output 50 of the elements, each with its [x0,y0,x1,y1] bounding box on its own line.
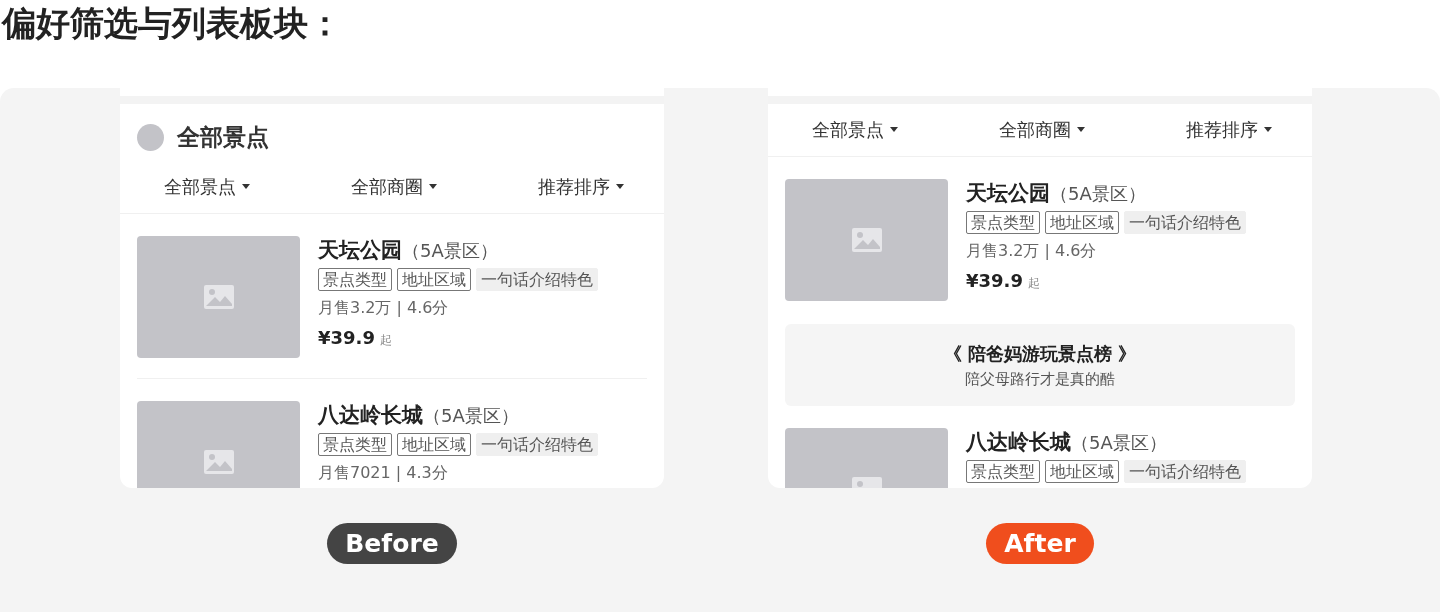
banner-subtitle: 陪父母路行才是真的酷 [965,369,1115,389]
tag: 一句话介绍特色 [476,268,598,291]
caret-icon [1077,127,1085,133]
tag: 一句话介绍特色 [1124,211,1246,234]
image-icon [851,228,882,252]
filter-dropdown[interactable]: 全部商圈 [351,175,437,199]
tag: 景点类型 [966,460,1040,483]
attraction-name[interactable]: 天坛公园 [966,179,1050,207]
filter-dropdown[interactable]: 全部景点 [164,175,250,199]
price-suffix: 起 [379,332,392,349]
sales-stats: 月售3.2万 | 4.6分 [966,241,1098,260]
attraction-name[interactable]: 八达岭长城 [318,401,423,429]
attraction-name[interactable]: 八达岭长城 [966,428,1071,456]
banner-title: 《 陪爸妈游玩景点榜 》 [943,341,1137,366]
rating-label: （5A景区） [1050,182,1146,206]
price: ¥39.9 [966,270,1023,291]
tag: 景点类型 [966,211,1040,234]
filter-dropdown[interactable]: 全部商圈 [999,118,1085,142]
tag: 一句话介绍特色 [1124,460,1246,483]
caret-icon [242,184,250,190]
version-badge: Before [327,522,457,564]
image-icon [203,285,234,309]
section-title: 全部景点 [177,123,269,152]
sales-stats: 月售7021 | 4.3分 [318,463,449,482]
image-icon [203,450,234,474]
tag: 景点类型 [318,433,392,456]
sales-stats: 月售3.2万 | 4.6分 [318,298,450,317]
filter-dropdown[interactable]: 全部景点 [812,118,898,142]
tag: 一句话介绍特色 [476,433,598,456]
tag: 地址区域 [397,268,471,291]
attraction-name[interactable]: 天坛公园 [318,236,402,264]
avatar-icon [137,124,164,151]
caret-icon [890,127,898,133]
caret-icon [429,184,437,190]
page-heading: 偏好筛选与列表板块： [0,2,343,45]
price-suffix: 起 [1027,275,1040,292]
rating-label: （5A景区） [423,404,519,428]
caret-icon [1264,127,1272,133]
filter-dropdown[interactable]: 推荐排序 [538,175,624,199]
tag: 地址区域 [1045,211,1119,234]
tag: 地址区域 [397,433,471,456]
rating-label: （5A景区） [1071,431,1167,455]
version-badge: After [986,522,1094,564]
tag: 景点类型 [318,268,392,291]
ranking-banner[interactable]: 《 陪爸妈游玩景点榜 》 陪父母路行才是真的酷 [785,324,1295,406]
caret-icon [616,184,624,190]
price: ¥39.9 [318,327,375,348]
tag: 地址区域 [1045,460,1119,483]
filter-dropdown[interactable]: 推荐排序 [1186,118,1272,142]
rating-label: （5A景区） [402,239,498,263]
